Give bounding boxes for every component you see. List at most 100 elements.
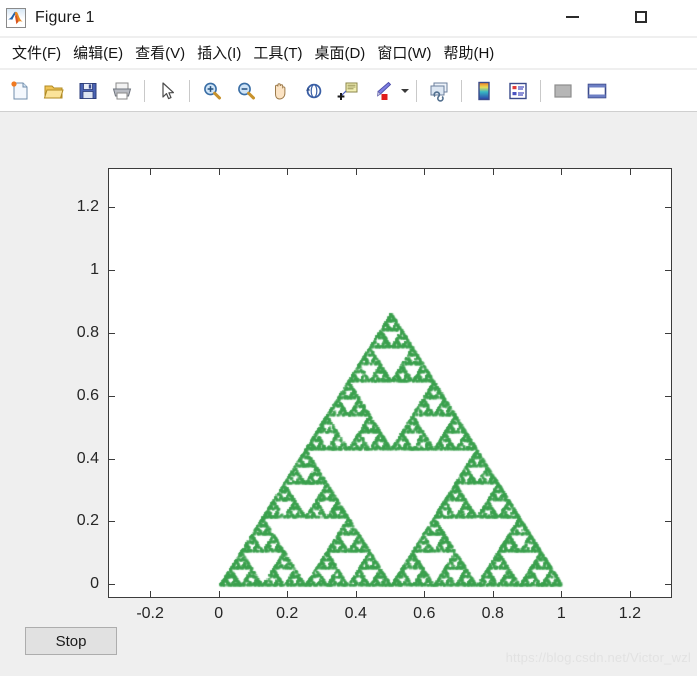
x-tick-mark — [150, 169, 152, 175]
y-tick-label: 0 — [90, 575, 99, 593]
hide-plot-tools-button[interactable] — [547, 75, 579, 107]
y-tick-label: 0.8 — [76, 323, 99, 341]
brush-data-icon — [377, 81, 392, 100]
new-figure-button[interactable] — [4, 75, 36, 107]
figure-canvas: -0.2 0 0.2 0.4 0.6 0.8 1 1.2 0 0.2 0.4 0.6 0.8 1 1.2 S… — [0, 113, 697, 676]
x-tick-label: 0.6 — [413, 605, 436, 622]
toolbar-separator-4 — [461, 79, 462, 102]
y-tick-label: 1.2 — [76, 197, 99, 215]
pan-button[interactable] — [264, 75, 296, 107]
x-tick-mark — [424, 169, 426, 175]
x-tick-mark — [150, 591, 152, 597]
menu-desktop[interactable]: 桌面(D) — [308, 40, 371, 66]
open-file-button[interactable] — [38, 75, 70, 107]
window-title: Figure 1 — [35, 9, 95, 26]
new-figure-icon — [11, 80, 28, 99]
open-file-icon — [43, 85, 64, 98]
brush-data-dropdown[interactable] — [399, 76, 411, 106]
menu-bar: 文件(F) 编辑(E) 查看(V) 插入(I) 工具(T) 桌面(D) 窗口(W… — [0, 38, 697, 68]
menu-help[interactable]: 帮助(H) — [437, 40, 500, 66]
brush-data-button[interactable] — [366, 75, 398, 107]
figure-window: Figure 1 文件(F) 编辑(E) 查看(V) 插入(I) 工具(T) 桌… — [0, 0, 697, 676]
show-plot-tools-icon — [587, 83, 607, 98]
toolbar-separator-3 — [416, 79, 417, 102]
x-tick-label: 0.4 — [344, 605, 367, 622]
link-plot-button[interactable] — [423, 75, 455, 107]
x-tick-label: 0 — [214, 605, 224, 622]
save-figure-icon — [79, 82, 97, 99]
x-tick-mark — [218, 591, 220, 597]
x-tick-mark — [355, 169, 357, 175]
zoom-in-icon — [204, 82, 221, 99]
maximize-icon — [635, 11, 647, 23]
y-tick-mark — [665, 395, 671, 397]
colorbar-icon — [478, 81, 490, 100]
edit-plot-button[interactable] — [151, 75, 183, 107]
axes[interactable] — [108, 168, 672, 598]
pan-icon — [275, 82, 286, 100]
y-tick-mark — [665, 458, 671, 460]
y-tick-mark — [665, 206, 671, 208]
y-tick-mark — [109, 521, 115, 523]
menu-edit[interactable]: 编辑(E) — [67, 40, 129, 66]
y-tick-mark — [665, 269, 671, 271]
toolbar-separator-1 — [144, 79, 145, 102]
y-tick-label: 0.2 — [76, 512, 99, 530]
minimize-icon — [565, 16, 579, 18]
menu-insert[interactable]: 插入(I) — [191, 40, 247, 66]
x-tick-mark — [424, 591, 426, 597]
zoom-out-icon — [238, 82, 255, 99]
x-tick-label: 1 — [556, 605, 566, 622]
x-tick-label: -0.2 — [136, 605, 164, 622]
rotate-3d-button[interactable] — [298, 75, 330, 107]
link-plot-icon — [430, 82, 448, 102]
x-tick-mark — [629, 169, 631, 175]
sierpinski-scatter-plot[interactable] — [109, 169, 671, 597]
x-tick-mark — [492, 169, 494, 175]
y-tick-mark — [109, 458, 115, 460]
watermark-text: https://blog.csdn.net/Victor_wzl — [505, 650, 691, 665]
toolbar — [0, 70, 697, 112]
y-tick-label: 1 — [90, 260, 99, 278]
print-figure-icon — [112, 82, 132, 99]
chevron-down-icon — [401, 88, 409, 93]
rotate-3d-icon — [306, 83, 322, 98]
print-figure-button[interactable] — [106, 75, 138, 107]
title-bar: Figure 1 — [0, 0, 697, 36]
menu-window[interactable]: 窗口(W) — [371, 40, 437, 66]
maximize-button[interactable] — [618, 0, 664, 34]
y-tick-mark — [109, 584, 115, 586]
x-tick-mark — [629, 591, 631, 597]
y-tick-mark — [109, 269, 115, 271]
x-tick-mark — [561, 591, 563, 597]
toolbar-separator-5 — [540, 79, 541, 102]
y-tick-mark — [665, 521, 671, 523]
y-tick-mark — [109, 206, 115, 208]
y-tick-mark — [665, 584, 671, 586]
x-tick-label: 0.8 — [481, 605, 504, 622]
y-tick-mark — [109, 395, 115, 397]
x-tick-mark — [287, 169, 289, 175]
stop-button[interactable]: Stop — [25, 627, 117, 655]
x-tick-mark — [218, 169, 220, 175]
hide-plot-tools-icon — [554, 83, 572, 98]
data-cursor-button[interactable] — [332, 75, 364, 107]
show-plot-tools-button[interactable] — [581, 75, 613, 107]
y-tick-mark — [665, 332, 671, 334]
x-tick-mark — [561, 169, 563, 175]
zoom-in-button[interactable] — [196, 75, 228, 107]
menu-view[interactable]: 查看(V) — [129, 40, 191, 66]
x-tick-label: 1.2 — [618, 605, 641, 622]
menu-file[interactable]: 文件(F) — [6, 40, 67, 66]
legend-icon — [509, 82, 527, 99]
x-tick-label: 0.2 — [276, 605, 299, 622]
colorbar-button[interactable] — [468, 75, 500, 107]
y-tick-label: 0.4 — [76, 449, 99, 467]
minimize-button[interactable] — [549, 0, 595, 34]
y-tick-mark — [109, 332, 115, 334]
y-tick-label: 0.6 — [76, 386, 99, 404]
legend-button[interactable] — [502, 75, 534, 107]
save-figure-button[interactable] — [72, 75, 104, 107]
zoom-out-button[interactable] — [230, 75, 262, 107]
menu-tools[interactable]: 工具(T) — [247, 40, 308, 66]
